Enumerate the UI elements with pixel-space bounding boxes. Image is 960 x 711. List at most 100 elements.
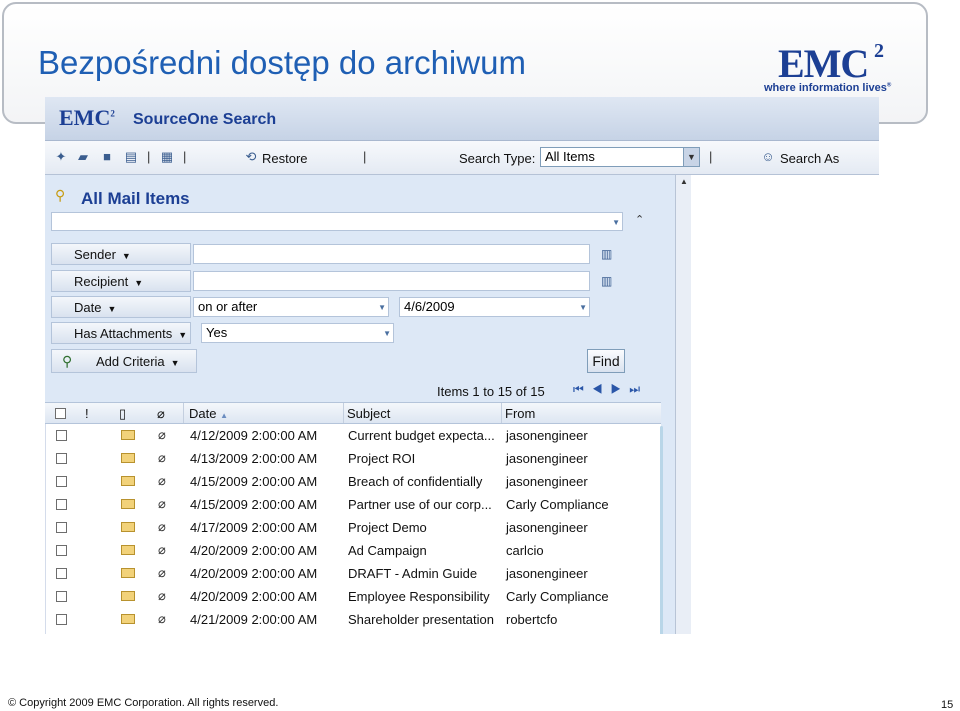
scroll-up-icon[interactable]: ▲ (678, 177, 690, 189)
app-brand: EMC2 (59, 105, 115, 130)
row-date: 4/20/2009 2:00:00 AM (190, 543, 318, 558)
properties-icon[interactable]: ▦ (159, 149, 175, 165)
row-checkbox[interactable] (56, 545, 67, 556)
paperclip-icon: ⌀ (158, 473, 166, 488)
results-header: ! ▯ ⌀ Date ▲ Subject From (45, 402, 661, 424)
pager-text: Items 1 to 15 of 15 (437, 384, 545, 399)
chevron-down-icon[interactable]: ▼ (378, 303, 386, 312)
toolbar-separator: | (363, 149, 367, 164)
address-book-icon[interactable]: ▥ (601, 274, 612, 288)
table-row[interactable]: ⌀ 4/12/2009 2:00:00 AM Current budget expe… (46, 424, 660, 447)
new-document-icon[interactable]: ✦ (53, 149, 69, 165)
table-row[interactable]: ⌀ 4/17/2009 2:00:00 AM Project Demo jasonen… (46, 516, 660, 539)
row-checkbox[interactable] (56, 430, 67, 441)
table-row[interactable]: ⌀ 4/13/2009 2:00:00 AM Project ROI jasoneng… (46, 447, 660, 470)
row-checkbox[interactable] (56, 568, 67, 579)
row-from: jasonengineer (506, 566, 588, 581)
slide: Bezpośredni dostęp do archiwum EMC 2 whe… (0, 0, 960, 711)
app-title: SourceOne Search (133, 111, 277, 128)
table-row[interactable]: ⌀ 4/15/2009 2:00:00 AM Breach of confident… (46, 470, 660, 493)
envelope-icon (121, 476, 135, 486)
criteria-date-button[interactable]: Date ▼ (51, 296, 191, 318)
find-button[interactable]: Find (587, 349, 625, 373)
paperclip-icon: ⌀ (158, 565, 166, 580)
chevron-down-icon: ▼ (107, 304, 117, 314)
sourceone-window: EMC2 SourceOne Search ✦ ▰ ■ ▤ | ▦ | ⟲ Re… (45, 97, 879, 634)
row-checkbox[interactable] (56, 614, 67, 625)
slide-title: Bezpośredni dostęp do archiwum (38, 44, 526, 81)
chevron-down-icon: ▼ (178, 330, 188, 340)
row-checkbox[interactable] (56, 453, 67, 464)
print-icon[interactable]: ▤ (123, 149, 139, 165)
restore-button[interactable]: Restore (262, 151, 308, 166)
view-select[interactable]: ▼ (51, 212, 623, 231)
table-row[interactable]: ⌀ 4/15/2009 2:00:00 AM Partner use of our … (46, 493, 660, 516)
subject-column[interactable]: Subject (347, 406, 390, 421)
row-date: 4/21/2009 2:00:00 AM (190, 612, 318, 627)
prev-page-icon: ◀ (591, 382, 611, 396)
importance-column[interactable]: ! (85, 406, 89, 421)
date-column[interactable]: Date ▲ (189, 406, 228, 421)
recipient-input[interactable] (193, 271, 590, 291)
query-title: All Mail Items (81, 189, 190, 208)
row-checkbox[interactable] (56, 476, 67, 487)
envelope-icon (121, 614, 135, 624)
pager-nav[interactable]: ⏮◀▶⏭ (573, 382, 648, 397)
footer-copyright: © Copyright 2009 EMC Corporation. All ri… (8, 697, 279, 709)
row-subject: Employee Responsibility (348, 589, 490, 604)
chevron-down-icon[interactable]: ▼ (579, 303, 587, 312)
attachment-column-icon[interactable]: ⌀ (157, 406, 165, 422)
paperclip-icon: ⌀ (158, 496, 166, 511)
table-row[interactable]: ⌀ 4/21/2009 2:00:00 AM Shareholder present… (46, 608, 660, 631)
chevron-down-icon: ▼ (170, 358, 180, 368)
restore-icon[interactable]: ⟲ (243, 149, 259, 165)
table-row[interactable]: ⌀ 4/20/2009 2:00:00 AM Ad Campaign carlcio (46, 539, 660, 562)
sender-input[interactable] (193, 244, 590, 264)
row-from: jasonengineer (506, 428, 588, 443)
vertical-scrollbar[interactable]: ▲ (675, 175, 691, 634)
open-folder-icon[interactable]: ▰ (75, 149, 91, 165)
collapse-icon[interactable]: ⌃ (635, 213, 644, 226)
criteria-sender-button[interactable]: Sender ▼ (51, 243, 191, 265)
date-value-input[interactable]: 4/6/2009 ▼ (399, 297, 590, 317)
row-date: 4/15/2009 2:00:00 AM (190, 474, 318, 489)
type-column-icon[interactable]: ▯ (119, 406, 126, 422)
row-subject: Project ROI (348, 451, 416, 466)
toolbar-separator: | (147, 149, 151, 164)
search-folder-icon: ⚲ (55, 187, 66, 203)
row-from: jasonengineer (506, 520, 588, 535)
emc-logo: EMC 2 where information lives® (764, 40, 904, 100)
next-page-icon: ▶ (610, 382, 630, 396)
criteria-attachments-button[interactable]: Has Attachments ▼ (51, 322, 191, 344)
row-checkbox[interactable] (56, 499, 67, 510)
search-type-select[interactable]: All Items ▼ (540, 147, 700, 167)
chevron-down-icon[interactable]: ▼ (683, 148, 699, 166)
table-row[interactable]: ⌀ 4/20/2009 2:00:00 AM DRAFT - Admin Guide… (46, 562, 660, 585)
save-icon[interactable]: ■ (99, 149, 115, 165)
address-book-icon[interactable]: ▥ (601, 247, 612, 261)
chevron-down-icon[interactable]: ▼ (383, 329, 391, 338)
row-subject: Shareholder presentation (348, 612, 494, 627)
search-as-button[interactable]: Search As (780, 151, 839, 166)
row-date: 4/20/2009 2:00:00 AM (190, 566, 318, 581)
logo-superscript: 2 (874, 40, 884, 62)
query-pane: ⚲ All Mail Items ▼ ⌃ Sender ▼ ▥ Recipient… (45, 175, 675, 634)
sort-asc-icon: ▲ (220, 411, 229, 420)
row-checkbox[interactable] (56, 522, 67, 533)
chevron-down-icon[interactable]: ▼ (612, 218, 620, 227)
table-row[interactable]: ⌀ 4/20/2009 2:00:00 AM Employee Responsibi… (46, 585, 660, 608)
from-column[interactable]: From (505, 406, 535, 421)
row-date: 4/17/2009 2:00:00 AM (190, 520, 318, 535)
envelope-icon (121, 453, 135, 463)
row-from: robertcfo (506, 612, 558, 627)
row-subject: Breach of confidentially (348, 474, 483, 489)
add-criteria-button[interactable]: ⚲ Add Criteria ▼ (51, 349, 197, 373)
row-checkbox[interactable] (56, 591, 67, 602)
row-from: carlcio (506, 543, 544, 558)
criteria-recipient-button[interactable]: Recipient ▼ (51, 270, 191, 292)
users-icon[interactable]: ☺ (760, 149, 776, 165)
date-operator-select[interactable]: on or after ▼ (193, 297, 389, 317)
select-all-checkbox[interactable] (55, 408, 66, 419)
envelope-icon (121, 430, 135, 440)
attachments-select[interactable]: Yes ▼ (201, 323, 394, 343)
